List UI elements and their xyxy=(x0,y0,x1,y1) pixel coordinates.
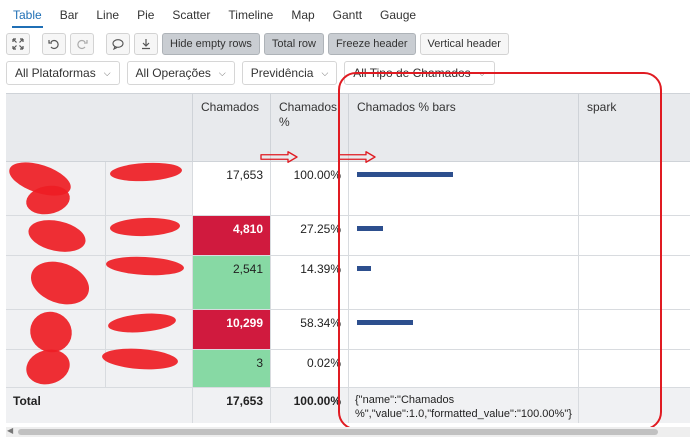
filter-label: All Operações xyxy=(135,66,211,80)
vertical-header-toggle[interactable]: Vertical header xyxy=(419,33,509,55)
download-icon xyxy=(142,39,150,50)
total-label: Total xyxy=(6,388,193,423)
total-row-toggle[interactable]: Total row xyxy=(263,33,324,55)
filter-label: All Plataformas xyxy=(15,66,96,80)
freeze-header-toggle[interactable]: Freeze header xyxy=(327,33,416,55)
filter-operacoes[interactable]: All Operações ⌵ xyxy=(126,61,235,85)
tab-timeline[interactable]: Timeline xyxy=(219,0,282,30)
header-corner xyxy=(6,94,193,162)
tab-gantt[interactable]: Gantt xyxy=(324,0,371,30)
tab-gauge[interactable]: Gauge xyxy=(371,0,425,30)
tab-map[interactable]: Map xyxy=(282,0,323,30)
filter-previdencia[interactable]: Previdência ⌵ xyxy=(241,61,338,85)
redo-icon xyxy=(77,39,88,50)
table-toolbar: Hide empty rows Total row Freeze header … xyxy=(6,33,509,55)
download-button[interactable] xyxy=(134,33,158,55)
redo-button[interactable] xyxy=(70,33,94,55)
tab-table[interactable]: Table xyxy=(4,0,51,30)
annotation-highlight-box xyxy=(338,72,662,430)
cell-chamados: 17,653 xyxy=(193,162,271,215)
undo-button[interactable] xyxy=(42,33,66,55)
total-chamados: 17,653 xyxy=(193,388,271,423)
cell-chamados: 10,299 xyxy=(193,310,271,349)
tab-scatter[interactable]: Scatter xyxy=(163,0,219,30)
horizontal-scrollbar[interactable]: ◀ xyxy=(6,426,690,437)
expand-icon xyxy=(12,38,24,50)
comment-icon xyxy=(112,39,124,50)
cell-chamados: 4,810 xyxy=(193,216,271,255)
chevron-down-icon: ⌵ xyxy=(218,67,226,78)
filter-plataformas[interactable]: All Plataformas ⌵ xyxy=(6,61,120,85)
hide-empty-rows-toggle[interactable]: Hide empty rows xyxy=(162,33,260,55)
annotation-arrow-icon xyxy=(260,151,298,163)
scroll-left-icon[interactable]: ◀ xyxy=(7,426,13,435)
cell-chamados: 3 xyxy=(193,350,271,387)
tab-bar[interactable]: Bar xyxy=(51,0,88,30)
chevron-down-icon: ⌵ xyxy=(103,67,111,78)
expand-button[interactable] xyxy=(6,33,30,55)
chevron-down-icon: ⌵ xyxy=(321,67,329,78)
scrollbar-thumb[interactable] xyxy=(18,429,658,435)
chart-type-tabs: Table Bar Line Pie Scatter Timeline Map … xyxy=(0,0,690,30)
filter-label: Previdência xyxy=(250,66,314,80)
tab-pie[interactable]: Pie xyxy=(128,0,163,30)
comment-button[interactable] xyxy=(106,33,130,55)
cell-chamados: 2,541 xyxy=(193,256,271,309)
tab-line[interactable]: Line xyxy=(87,0,128,30)
undo-icon xyxy=(48,39,59,50)
